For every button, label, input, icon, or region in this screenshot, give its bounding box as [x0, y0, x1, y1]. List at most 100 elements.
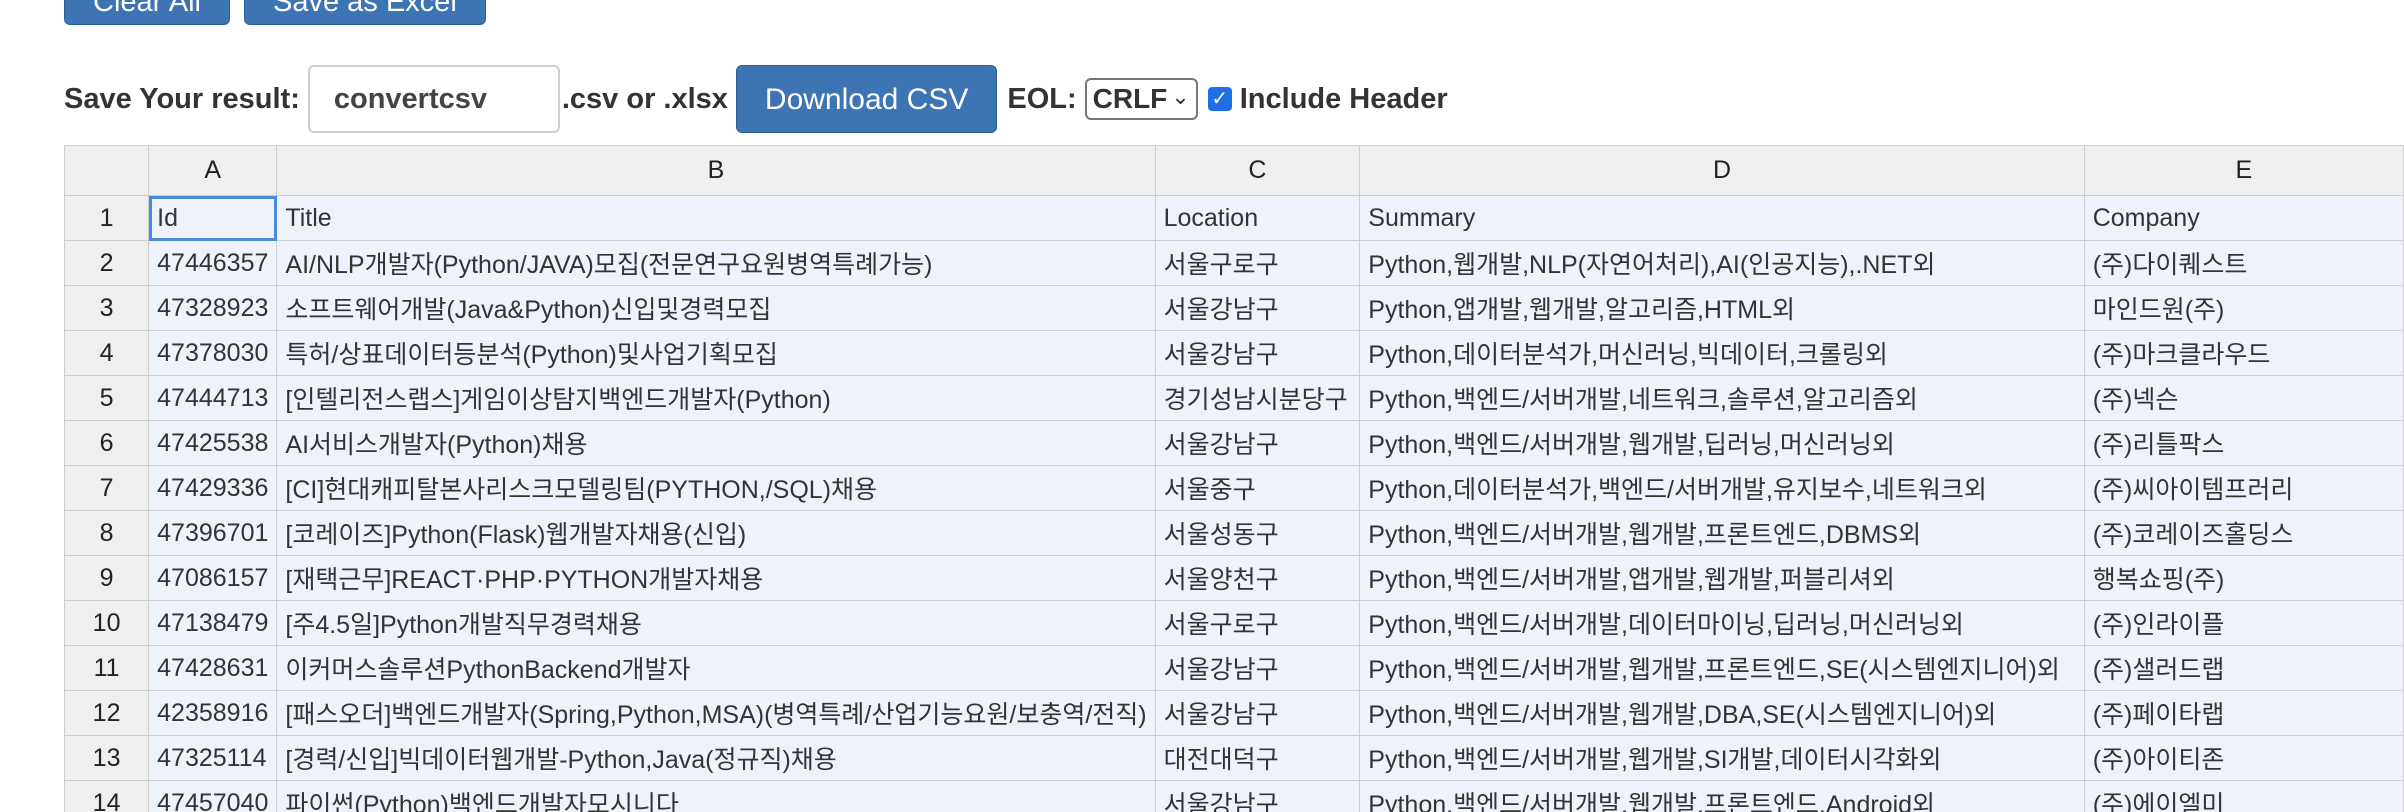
table-cell[interactable]: 대전대덕구 [1154, 735, 1361, 781]
row-number[interactable]: 1 [64, 195, 150, 241]
table-cell[interactable]: Id [148, 195, 278, 241]
table-cell[interactable]: 서울강남구 [1154, 645, 1361, 691]
table-cell[interactable]: AI서비스개발자(Python)채용 [276, 420, 1156, 466]
table-cell[interactable]: 서울구로구 [1154, 240, 1361, 286]
table-cell[interactable]: 마인드원(주) [2083, 285, 2404, 331]
table-cell[interactable]: 47086157 [148, 555, 278, 601]
table-cell[interactable]: Python,백엔드/서버개발,웹개발,프론트엔드,DBMS외 [1359, 510, 2085, 556]
table-cell[interactable]: [패스오더]백엔드개발자(Spring,Python,MSA)(병역특례/산업기… [276, 690, 1156, 736]
table-row: 5 47444713 [인텔리전스랩스]게임이상탐지백엔드개발자(Python) 경기… [64, 375, 2404, 421]
table-cell[interactable]: (주)샐러드랩 [2083, 645, 2404, 691]
table-cell[interactable]: (주)리틀팍스 [2083, 420, 2404, 466]
include-header-checkbox[interactable]: ✓ [1207, 87, 1232, 111]
column-header[interactable]: E [2083, 145, 2404, 196]
table-cell[interactable]: Python,백엔드/서버개발,웹개발,프론트엔드,SE(시스템엔지니어)외 [1359, 645, 2085, 691]
data-table: A B C D E 1 Id Title Location Summary Company… [64, 145, 2404, 812]
table-cell[interactable]: 소프트웨어개발(Java&Python)신입및경력모집 [276, 285, 1156, 331]
table-cell[interactable]: (주)코레이즈홀딩스 [2083, 510, 2404, 556]
spreadsheet-grid: A B C D E 1 Id Title Location Summary Company… [64, 145, 2404, 812]
table-cell[interactable]: 서울성동구 [1154, 510, 1361, 556]
table-cell[interactable]: Python,백엔드/서버개발,웹개발,DBA,SE(시스템엔지니어)외 [1359, 690, 2085, 736]
table-cell[interactable]: 행복쇼핑(주) [2083, 555, 2404, 601]
column-header[interactable]: C [1154, 145, 1361, 196]
table-cell[interactable]: 서울구로구 [1154, 600, 1361, 646]
table-cell[interactable]: 파이썬(Python)백엔드개발자모시니다 [276, 780, 1156, 812]
table-cell[interactable]: 특허/상표데이터등분석(Python)및사업기획모집 [276, 330, 1156, 376]
table-cell[interactable]: 47396701 [148, 510, 278, 556]
table-cell[interactable]: 이커머스솔루션PythonBackend개발자 [276, 645, 1156, 691]
table-cell[interactable]: (주)인라이플 [2083, 600, 2404, 646]
download-csv-button[interactable]: Download CSV [735, 65, 998, 133]
row-number[interactable]: 7 [64, 465, 150, 511]
table-cell[interactable]: 47446357 [148, 240, 278, 286]
table-cell[interactable]: [CI]현대캐피탈본사리스크모델링팀(PYTHON,/SQL)채용 [276, 465, 1156, 511]
save-as-excel-button[interactable]: Save as Excel [244, 0, 486, 25]
table-cell[interactable]: 47457040 [148, 780, 278, 812]
table-cell[interactable]: [경력/신입]빅데이터웹개발-Python,Java(정규직)채용 [276, 735, 1156, 781]
table-cell[interactable]: (주)다이퀘스트 [2083, 240, 2404, 286]
table-cell[interactable]: [인텔리전스랩스]게임이상탐지백엔드개발자(Python) [276, 375, 1156, 421]
table-cell[interactable]: 서울강남구 [1154, 780, 1361, 812]
table-cell[interactable]: 서울중구 [1154, 465, 1361, 511]
table-cell[interactable]: (주)페이타랩 [2083, 690, 2404, 736]
column-header[interactable]: A [148, 145, 278, 196]
table-cell[interactable]: Python,데이터분석가,백엔드/서버개발,유지보수,네트워크외 [1359, 465, 2085, 511]
table-cell[interactable]: 47328923 [148, 285, 278, 331]
table-cell[interactable]: 47325114 [148, 735, 278, 781]
table-cell[interactable]: 서울강남구 [1154, 285, 1361, 331]
table-cell[interactable]: 서울강남구 [1154, 330, 1361, 376]
table-cell[interactable]: Location [1154, 195, 1361, 241]
row-number[interactable]: 6 [64, 420, 150, 466]
table-cell[interactable]: AI/NLP개발자(Python/JAVA)모집(전문연구요원병역특례가능) [276, 240, 1156, 286]
table-cell[interactable]: 경기성남시분당구 [1154, 375, 1361, 421]
table-cell[interactable]: Company [2083, 195, 2404, 241]
table-cell[interactable]: [코레이즈]Python(Flask)웹개발자채용(신입) [276, 510, 1156, 556]
row-number[interactable]: 14 [64, 780, 150, 812]
table-cell[interactable]: (주)아이티존 [2083, 735, 2404, 781]
corner-cell[interactable] [64, 145, 150, 196]
table-cell[interactable]: 47425538 [148, 420, 278, 466]
table-cell[interactable]: 42358916 [148, 690, 278, 736]
table-cell[interactable]: 47444713 [148, 375, 278, 421]
table-cell[interactable]: Python,백엔드/서버개발,앱개발,웹개발,퍼블리셔외 [1359, 555, 2085, 601]
table-cell[interactable]: (주)씨아이템프러리 [2083, 465, 2404, 511]
table-cell[interactable]: Python,백엔드/서버개발,웹개발,프론트엔드,Android외 [1359, 780, 2085, 812]
row-number[interactable]: 2 [64, 240, 150, 286]
row-number[interactable]: 9 [64, 555, 150, 601]
table-cell[interactable]: Summary [1359, 195, 2085, 241]
table-cell[interactable]: 47428631 [148, 645, 278, 691]
table-cell[interactable]: Python,웹개발,NLP(자연어처리),AI(인공지능),.NET외 [1359, 240, 2085, 286]
table-cell[interactable]: Python,백엔드/서버개발,웹개발,딥러닝,머신러닝외 [1359, 420, 2085, 466]
row-number[interactable]: 11 [64, 645, 150, 691]
table-cell[interactable]: (주)마크클라우드 [2083, 330, 2404, 376]
table-cell[interactable]: 서울양천구 [1154, 555, 1361, 601]
table-cell[interactable]: 47138479 [148, 600, 278, 646]
table-cell[interactable]: [재택근무]REACT·PHP·PYTHON개발자채용 [276, 555, 1156, 601]
table-cell[interactable]: 서울강남구 [1154, 420, 1361, 466]
table-cell[interactable]: 47378030 [148, 330, 278, 376]
table-cell[interactable]: (주)에이엘미 [2083, 780, 2404, 812]
table-cell[interactable]: Python,백엔드/서버개발,웹개발,SI개발,데이터시각화외 [1359, 735, 2085, 781]
filename-input[interactable] [307, 65, 560, 133]
column-header[interactable]: B [276, 145, 1156, 196]
table-cell[interactable]: Python,백엔드/서버개발,데이터마이닝,딥러닝,머신러닝외 [1359, 600, 2085, 646]
table-cell[interactable]: Python,데이터분석가,머신러닝,빅데이터,크롤링외 [1359, 330, 2085, 376]
row-number[interactable]: 13 [64, 735, 150, 781]
column-header[interactable]: D [1359, 145, 2085, 196]
table-cell[interactable]: [주4.5일]Python개발직무경력채용 [276, 600, 1156, 646]
row-number[interactable]: 10 [64, 600, 150, 646]
include-header-label[interactable]: Include Header [1240, 83, 1448, 116]
table-cell[interactable]: Python,백엔드/서버개발,네트워크,솔루션,알고리즘외 [1359, 375, 2085, 421]
row-number[interactable]: 12 [64, 690, 150, 736]
row-number[interactable]: 8 [64, 510, 150, 556]
row-number[interactable]: 4 [64, 330, 150, 376]
table-cell[interactable]: 47429336 [148, 465, 278, 511]
eol-select[interactable]: CRLF ⌄ [1084, 78, 1198, 120]
row-number[interactable]: 5 [64, 375, 150, 421]
table-cell[interactable]: Python,앱개발,웹개발,알고리즘,HTML외 [1359, 285, 2085, 331]
table-cell[interactable]: 서울강남구 [1154, 690, 1361, 736]
clear-all-button[interactable]: Clear All [64, 0, 230, 25]
table-cell[interactable]: (주)넥슨 [2083, 375, 2404, 421]
row-number[interactable]: 3 [64, 285, 150, 331]
table-cell[interactable]: Title [276, 195, 1156, 241]
